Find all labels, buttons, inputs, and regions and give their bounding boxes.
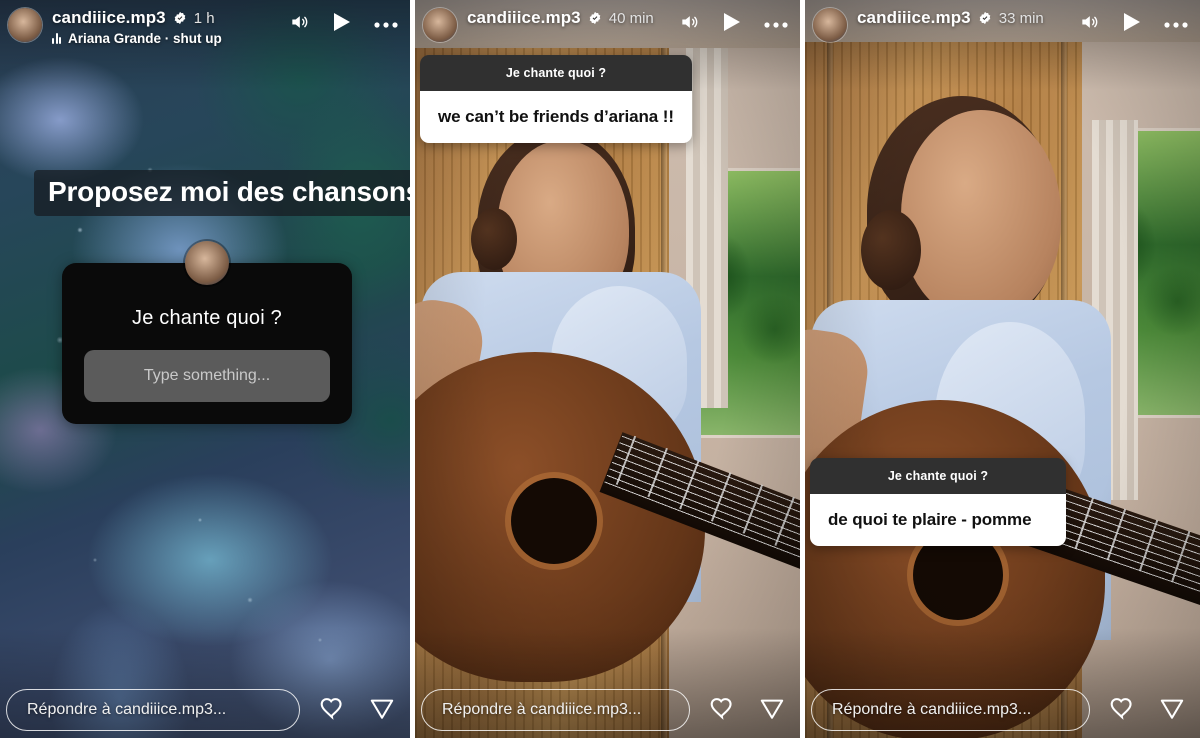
share-icon[interactable] [1158,695,1186,726]
header-music-line[interactable]: Ariana Grande · shut up [52,31,278,46]
header-text-block: candiiice.mp3 40 min [467,8,668,28]
share-icon[interactable] [368,695,396,726]
avatar[interactable] [8,8,42,42]
response-sticker[interactable]: Je chante quoi ? de quoi te plaire - pom… [810,458,1066,546]
question-sticker-input[interactable]: Type something... [84,350,330,402]
speaker-icon[interactable] [1078,12,1100,37]
more-options-icon[interactable] [1164,16,1188,34]
music-label: Ariana Grande · shut up [68,31,222,46]
speaker-icon[interactable] [288,12,310,37]
timestamp: 33 min [998,9,1044,27]
footer-actions [318,695,396,726]
footer-actions [708,695,786,726]
play-icon[interactable] [1123,12,1141,37]
verified-badge-icon [588,11,602,25]
reply-placeholder: Répondre à candiiice.mp3... [442,701,642,718]
story-footer: Répondre à candiiice.mp3... [0,682,410,738]
story-panel-1[interactable]: candiiice.mp3 1 h Ariana Grande · shut u… [0,0,410,738]
story-header: candiiice.mp3 40 min [415,0,800,42]
story-panel-3[interactable]: candiiice.mp3 33 min Je chante quoi ? de… [805,0,1200,738]
timestamp: 1 h [193,9,215,27]
response-question-text: Je chante quoi ? [887,469,989,483]
avatar[interactable] [423,8,457,42]
verified-badge-icon [173,11,187,25]
question-sticker-title: Je chante quoi ? [132,307,282,329]
hair-bun [471,208,517,270]
header-controls [288,8,398,37]
heart-icon[interactable] [318,695,346,726]
response-sticker[interactable]: Je chante quoi ? we can’t be friends d’a… [420,55,692,143]
question-sticker[interactable]: Je chante quoi ? Type something... [62,241,352,424]
story-caption[interactable]: Proposez moi des chansons:) [34,170,410,216]
reply-input[interactable]: Répondre à candiiice.mp3... [811,689,1090,731]
speaker-icon[interactable] [678,12,700,37]
stories-strip: candiiice.mp3 1 h Ariana Grande · shut u… [0,0,1200,738]
header-controls [1078,8,1188,37]
timestamp: 40 min [608,9,654,27]
response-sticker-answer: de quoi te plaire - pomme [810,494,1066,546]
question-sticker-avatar [185,241,229,285]
header-primary-line: candiiice.mp3 1 h [52,8,278,28]
username[interactable]: candiiice.mp3 [467,8,581,28]
username[interactable]: candiiice.mp3 [857,8,971,28]
story-caption-text: Proposez moi des chansons:) [48,176,410,207]
play-icon[interactable] [333,12,351,37]
header-primary-line: candiiice.mp3 33 min [857,8,1068,28]
play-icon[interactable] [723,12,741,37]
verified-badge-icon [978,11,992,25]
footer-actions [1108,695,1186,726]
response-question-text: Je chante quoi ? [505,66,607,80]
reply-input[interactable]: Répondre à candiiice.mp3... [6,689,300,731]
hair-bun [861,210,921,290]
reply-input[interactable]: Répondre à candiiice.mp3... [421,689,690,731]
heart-icon[interactable] [708,695,736,726]
reply-placeholder: Répondre à candiiice.mp3... [832,701,1032,718]
audio-equalizer-icon [52,33,61,44]
question-sticker-card: Je chante quoi ? Type something... [62,263,352,424]
more-options-icon[interactable] [374,16,398,34]
header-primary-line: candiiice.mp3 40 min [467,8,668,28]
question-sticker-placeholder: Type something... [143,367,271,384]
story-header: candiiice.mp3 33 min [805,0,1200,42]
share-icon[interactable] [758,695,786,726]
response-sticker-question: Je chante quoi ? [810,458,1066,494]
more-options-icon[interactable] [764,16,788,34]
story-background-room [805,0,1200,738]
face [901,110,1061,320]
response-sticker-question: Je chante quoi ? [420,55,692,91]
story-panel-2[interactable]: candiiice.mp3 40 min Je chante quoi ? we… [415,0,800,738]
response-answer-text: de quoi te plaire - pomme [828,510,1032,529]
response-answer-text: we can’t be friends d’ariana !! [438,107,674,126]
header-text-block: candiiice.mp3 1 h Ariana Grande · shut u… [52,8,278,46]
response-sticker-answer: we can’t be friends d’ariana !! [420,91,692,143]
story-header: candiiice.mp3 1 h Ariana Grande · shut u… [0,0,410,46]
heart-icon[interactable] [1108,695,1136,726]
story-footer: Répondre à candiiice.mp3... [805,682,1200,738]
guitar-soundhole [511,478,597,564]
header-controls [678,8,788,37]
header-text-block: candiiice.mp3 33 min [857,8,1068,28]
username[interactable]: candiiice.mp3 [52,8,166,28]
story-footer: Répondre à candiiice.mp3... [415,682,800,738]
reply-placeholder: Répondre à candiiice.mp3... [27,701,227,718]
avatar[interactable] [813,8,847,42]
